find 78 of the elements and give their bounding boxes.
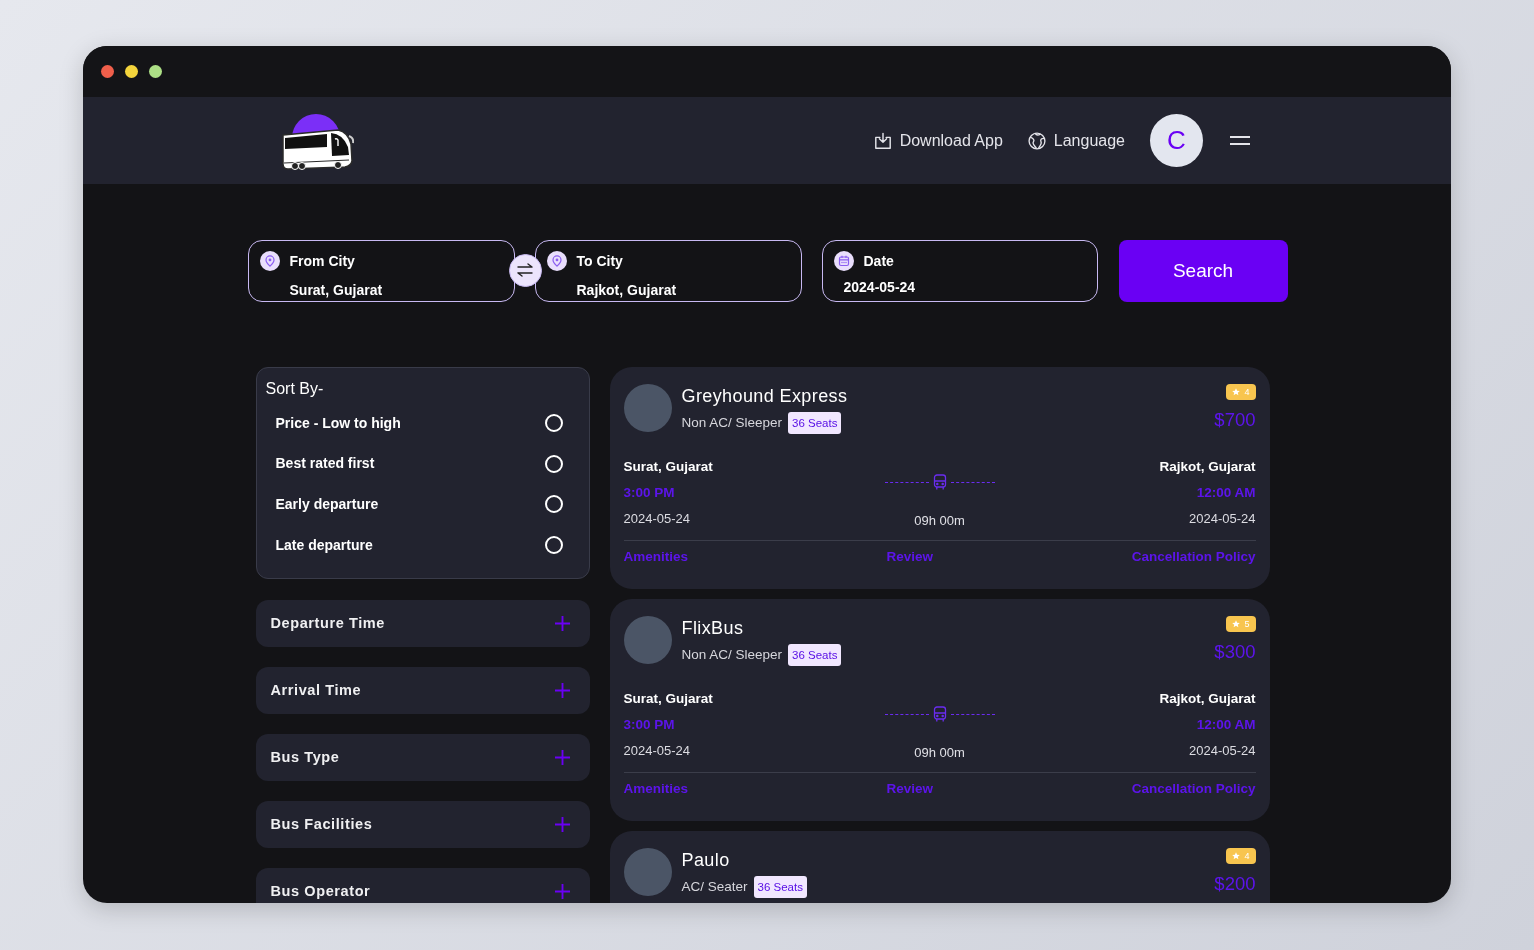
price: $200 (1214, 872, 1256, 896)
city-input[interactable]: Rajkot, Gujarat (576, 281, 757, 299)
star-icon (1232, 388, 1241, 396)
menu-icon[interactable] (1230, 136, 1250, 145)
filter-accordion[interactable]: Bus Operator (255, 868, 590, 903)
field-label: To City (576, 251, 623, 271)
filter-accordion[interactable]: Arrival Time (255, 667, 590, 715)
arrival-time: 12:00 AM (1195, 484, 1256, 502)
bus-type: Non AC/ Sleeper (681, 413, 783, 432)
download-icon (873, 131, 892, 150)
dashed-line (884, 713, 929, 715)
operator-name: Greyhound Express (681, 385, 849, 408)
sort-option-label: Late departure (275, 535, 373, 555)
field-label: From City (289, 251, 355, 271)
sort-title: Sort By- (265, 379, 325, 399)
radio-button[interactable] (544, 495, 563, 514)
dashed-line (950, 481, 995, 483)
close-window-icon[interactable] (101, 65, 114, 78)
user-avatar[interactable]: C (1150, 114, 1203, 167)
maximize-window-icon[interactable] (149, 65, 162, 78)
arrival-city: Rajkot, Gujarat (1158, 690, 1256, 708)
seats-badge: 36 Seats (753, 876, 807, 898)
radio-button[interactable] (544, 536, 563, 555)
bus-type: AC/ Seater (681, 877, 748, 896)
trip-duration: 09h 00m (914, 744, 965, 762)
download-app-link[interactable]: Download App (873, 128, 1003, 153)
arrival-date: 2024-05-24 (1188, 742, 1256, 760)
seats-badge: 36 Seats (788, 412, 842, 434)
departure-time: 3:00 PM (623, 716, 676, 734)
photo-placeholder (623, 848, 672, 896)
city-field[interactable]: From City Surat, Gujarat (247, 240, 515, 302)
sort-option-label: Price - Low to high (275, 413, 401, 433)
arrival-date: 2024-05-24 (1188, 510, 1256, 528)
operator-name: FlixBus (681, 617, 745, 640)
rating-value: 4 (1244, 387, 1250, 397)
bus-type: Non AC/ Sleeper (681, 645, 783, 664)
departure-city: Surat, Gujarat (623, 690, 714, 708)
price: $300 (1214, 640, 1256, 664)
filter-accordion[interactable]: Departure Time (255, 600, 590, 648)
dashed-line (884, 481, 929, 483)
price: $700 (1214, 408, 1256, 432)
search-button[interactable]: Search (1118, 240, 1288, 302)
seats-badge: 36 Seats (788, 644, 842, 666)
photo-placeholder (623, 384, 672, 432)
rating-value: 4 (1244, 851, 1250, 861)
arrival-time: 12:00 AM (1195, 716, 1256, 734)
arrival-city: Rajkot, Gujarat (1158, 458, 1256, 476)
location-pin-icon (546, 251, 567, 271)
bus-icon (932, 474, 947, 490)
minimize-window-icon[interactable] (125, 65, 138, 78)
departure-date: 2024-05-24 (623, 510, 691, 528)
swap-arrows-icon (517, 263, 533, 277)
trip-duration: 09h 00m (914, 512, 965, 530)
radio-button[interactable] (544, 414, 563, 433)
dashed-line (950, 713, 995, 715)
city-field[interactable]: To City Rajkot, Gujarat (534, 240, 802, 302)
sort-option-label: Best rated first (275, 454, 375, 474)
language-link[interactable]: Language (1027, 128, 1125, 153)
photo-placeholder (623, 616, 672, 664)
filter-accordion[interactable]: Bus Facilities (255, 801, 590, 849)
departure-time: 3:00 PM (623, 484, 676, 502)
operator-name: Paulo (681, 849, 731, 872)
location-pin-icon (259, 251, 280, 271)
field-label: Date (863, 251, 894, 271)
departure-date: 2024-05-24 (623, 742, 691, 760)
star-icon (1232, 852, 1241, 860)
filter-accordion[interactable]: Bus Type (255, 734, 590, 782)
radio-button[interactable] (544, 454, 563, 473)
rating-value: 5 (1244, 619, 1250, 629)
departure-city: Surat, Gujarat (623, 458, 714, 476)
city-input[interactable]: Surat, Gujarat (289, 281, 470, 299)
date-field[interactable]: Date 2024-05-24 (821, 240, 1098, 302)
star-icon (1232, 620, 1241, 628)
calendar-icon (833, 251, 854, 271)
sort-option-label: Early departure (275, 495, 379, 514)
date-input[interactable]: 2024-05-24 (843, 278, 964, 296)
bus-icon (932, 706, 947, 722)
globe-icon (1027, 131, 1046, 150)
